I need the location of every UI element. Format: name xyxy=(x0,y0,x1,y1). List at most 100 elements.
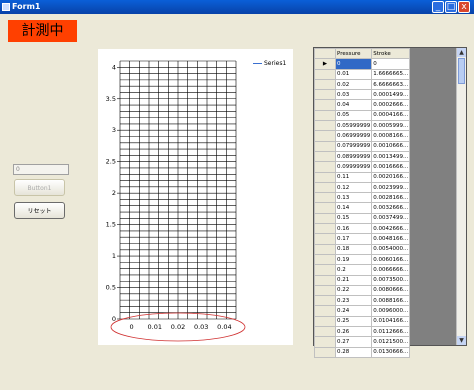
pressure-cell[interactable]: 0.15 xyxy=(334,212,373,225)
row-header[interactable] xyxy=(314,284,336,297)
stroke-cell[interactable]: 0 xyxy=(371,58,411,70)
column-header-stroke[interactable]: Stroke xyxy=(371,47,411,60)
row-header[interactable] xyxy=(314,202,336,214)
stroke-cell[interactable]: 0.0088166... xyxy=(371,295,411,307)
table-row[interactable]: 0.17 0.0048166... xyxy=(314,233,411,245)
stroke-cell[interactable]: 0.0028166... xyxy=(371,192,411,204)
table-row[interactable]: 0.01 1.6666665... xyxy=(314,68,411,80)
stroke-cell[interactable]: 0.0005999... xyxy=(371,120,411,132)
pressure-cell[interactable]: 0.24 xyxy=(334,305,373,317)
close-button[interactable]: x xyxy=(458,1,470,13)
pressure-cell[interactable]: 0.06999999 xyxy=(334,130,373,142)
table-row[interactable]: 0.15 0.0037499... xyxy=(314,212,411,225)
row-header[interactable] xyxy=(314,295,336,307)
data-grid[interactable]: Pressure Stroke ▶ 0 0 0.01 1.6666665... 0.02 6… xyxy=(313,47,467,358)
table-row[interactable]: 0.03 0.0001499... xyxy=(314,89,411,101)
table-row[interactable]: 0.2 0.0066666... xyxy=(314,264,411,276)
stroke-cell[interactable]: 0.0013499... xyxy=(371,150,411,163)
table-row[interactable]: 0.05 0.0004166... xyxy=(314,109,411,122)
scroll-thumb[interactable] xyxy=(458,58,465,84)
row-header[interactable] xyxy=(314,171,336,183)
table-row[interactable]: 0.19 0.0060166... xyxy=(314,253,411,266)
stroke-cell[interactable]: 0.0048166... xyxy=(371,233,411,245)
row-header[interactable] xyxy=(314,274,336,286)
table-row[interactable]: 0.21 0.0073500... xyxy=(314,274,411,286)
pressure-cell[interactable]: 0.01 xyxy=(334,68,373,80)
pressure-cell[interactable]: 0.03 xyxy=(334,89,373,101)
stroke-cell[interactable]: 0.0004166... xyxy=(371,109,411,122)
table-row[interactable]: 0.11 0.0020166... xyxy=(314,171,411,183)
stroke-cell[interactable]: 0.0112666... xyxy=(371,326,411,338)
row-header[interactable] xyxy=(314,315,336,328)
pressure-cell[interactable]: 0.16 xyxy=(334,223,373,235)
pressure-cell[interactable]: 0.07999999 xyxy=(334,140,373,152)
row-header[interactable] xyxy=(314,305,336,317)
table-row[interactable]: 0.08999999 0.0013499... xyxy=(314,150,411,163)
row-header[interactable] xyxy=(314,89,336,101)
row-header[interactable] xyxy=(314,120,336,132)
row-header[interactable] xyxy=(314,223,336,235)
table-row[interactable]: 0.05999999 0.0005999... xyxy=(314,120,411,132)
table-row[interactable]: 0.18 0.0054000... xyxy=(314,243,411,255)
pressure-cell[interactable]: 0.12 xyxy=(334,181,373,194)
table-row[interactable]: 0.07999999 0.0010666... xyxy=(314,140,411,152)
table-row[interactable]: 0.27 0.0121500... xyxy=(314,336,411,348)
table-row[interactable]: 0.13 0.0028166... xyxy=(314,192,411,204)
stroke-cell[interactable]: 0.0008166... xyxy=(371,130,411,142)
stroke-cell[interactable]: 0.0121500... xyxy=(371,336,411,348)
pressure-cell[interactable]: 0.05999999 xyxy=(334,120,373,132)
pressure-cell[interactable]: 0.2 xyxy=(334,264,373,276)
vertical-scrollbar[interactable]: ▲ ▼ xyxy=(456,48,466,345)
minimize-button[interactable]: _ xyxy=(432,1,444,13)
row-header[interactable] xyxy=(314,336,336,348)
maximize-button[interactable]: □ xyxy=(445,1,457,13)
pressure-cell[interactable]: 0.02 xyxy=(334,78,373,91)
row-header[interactable] xyxy=(314,150,336,163)
table-row[interactable]: 0.28 0.0130666... xyxy=(314,346,411,358)
table-row[interactable]: 0.22 0.0080666... xyxy=(314,284,411,297)
row-header[interactable] xyxy=(314,243,336,255)
pressure-cell[interactable]: 0.11 xyxy=(334,171,373,183)
table-row[interactable]: 0.09999999 0.0016666... xyxy=(314,161,411,173)
row-header[interactable] xyxy=(314,68,336,80)
column-header-pressure[interactable]: Pressure xyxy=(334,47,373,60)
table-row[interactable]: 0.02 6.6666663... xyxy=(314,78,411,91)
pressure-cell[interactable]: 0.25 xyxy=(334,315,373,328)
pressure-cell[interactable]: 0.27 xyxy=(334,336,373,348)
title-bar[interactable]: Form1 _ □ x xyxy=(0,0,474,14)
button1[interactable]: Button1 xyxy=(14,179,65,196)
stroke-cell[interactable]: 0.0002666... xyxy=(371,99,411,111)
row-header[interactable] xyxy=(314,130,336,142)
table-row[interactable]: 0.24 0.0096000... xyxy=(314,305,411,317)
row-header[interactable] xyxy=(314,346,336,358)
table-row[interactable]: 0.26 0.0112666... xyxy=(314,326,411,338)
pressure-cell[interactable]: 0.09999999 xyxy=(334,161,373,173)
data-table[interactable]: Pressure Stroke ▶ 0 0 0.01 1.6666665... 0.02 6… xyxy=(314,47,411,358)
pressure-cell[interactable]: 0.26 xyxy=(334,326,373,338)
row-header[interactable] xyxy=(314,212,336,225)
stroke-cell[interactable]: 0.0060166... xyxy=(371,253,411,266)
row-header[interactable] xyxy=(314,161,336,173)
table-row[interactable]: 0.16 0.0042666... xyxy=(314,223,411,235)
pressure-cell[interactable]: 0.19 xyxy=(334,253,373,266)
pressure-cell[interactable]: 0.14 xyxy=(334,202,373,214)
table-row[interactable]: 0.12 0.0023999... xyxy=(314,181,411,194)
stroke-cell[interactable]: 0.0130666... xyxy=(371,346,411,358)
row-header[interactable] xyxy=(314,78,336,91)
pressure-cell[interactable]: 0.18 xyxy=(334,243,373,255)
row-header[interactable] xyxy=(314,233,336,245)
stroke-cell[interactable]: 0.0080666... xyxy=(371,284,411,297)
table-row[interactable]: ▶ 0 0 xyxy=(314,58,411,70)
stroke-cell[interactable]: 0.0020166... xyxy=(371,171,411,183)
table-row[interactable]: 0.23 0.0088166... xyxy=(314,295,411,307)
stroke-cell[interactable]: 0.0037499... xyxy=(371,212,411,225)
stroke-cell[interactable]: 1.6666665... xyxy=(371,68,411,80)
stroke-cell[interactable]: 0.0023999... xyxy=(371,181,411,194)
pressure-cell[interactable]: 0.22 xyxy=(334,284,373,297)
stroke-cell[interactable]: 0.0096000... xyxy=(371,305,411,317)
stroke-cell[interactable]: 0.0032666... xyxy=(371,202,411,214)
reset-button[interactable]: リセット xyxy=(14,202,65,219)
stroke-cell[interactable]: 0.0001499... xyxy=(371,89,411,101)
row-header[interactable] xyxy=(314,99,336,111)
stroke-cell[interactable]: 0.0104166... xyxy=(371,315,411,328)
